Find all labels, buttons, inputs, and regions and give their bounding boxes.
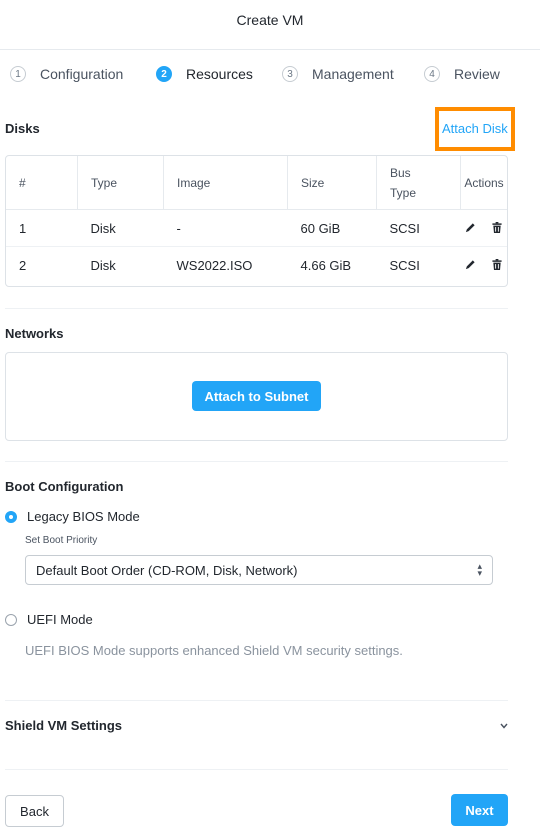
legacy-bios-radio[interactable]: Legacy BIOS Mode xyxy=(5,509,140,524)
cell-type: Disk xyxy=(77,209,164,247)
shield-settings-title[interactable]: Shield VM Settings xyxy=(5,718,122,733)
step-resources[interactable]: 2 Resources xyxy=(156,63,253,85)
uefi-note: UEFI BIOS Mode supports enhanced Shield … xyxy=(25,643,403,658)
step-number: 2 xyxy=(156,66,172,82)
step-number: 1 xyxy=(10,66,26,82)
pencil-icon[interactable] xyxy=(465,259,476,270)
uefi-radio[interactable]: UEFI Mode xyxy=(5,612,93,627)
pencil-icon[interactable] xyxy=(465,222,476,233)
boot-priority-label: Set Boot Priority xyxy=(25,535,98,546)
next-button[interactable]: Next xyxy=(451,794,508,826)
boot-priority-value: Default Boot Order (CD-ROM, Disk, Networ… xyxy=(36,562,298,578)
step-label: Review xyxy=(454,66,500,82)
cell-bus: SCSI xyxy=(376,209,461,247)
step-configuration[interactable]: 1 Configuration xyxy=(10,63,123,85)
column-header-num: # xyxy=(6,156,78,210)
wizard-steps: 1 Configuration 2 Resources 3 Management… xyxy=(10,63,510,85)
back-button[interactable]: Back xyxy=(5,795,64,827)
cell-actions xyxy=(460,209,507,247)
cell-num: 2 xyxy=(19,257,27,273)
trash-icon[interactable] xyxy=(492,221,502,233)
legacy-bios-label: Legacy BIOS Mode xyxy=(27,509,140,524)
cell-image: WS2022.ISO xyxy=(176,257,253,273)
step-number: 4 xyxy=(424,66,440,82)
step-number: 3 xyxy=(282,66,298,82)
section-divider xyxy=(5,308,508,309)
disks-table: # Type Image Size Bus Type Actions 1 Dis… xyxy=(5,155,508,287)
cell-size: 60 GiB xyxy=(287,209,377,247)
cell-size: 4.66 GiB xyxy=(300,257,352,273)
trash-icon[interactable] xyxy=(492,258,502,270)
column-header-bus-type: Bus Type xyxy=(376,156,461,210)
select-arrows-icon: ▴ ▾ xyxy=(477,561,482,578)
disks-title: Disks xyxy=(5,121,40,136)
bus-header-line2: Type xyxy=(390,185,417,200)
step-label: Resources xyxy=(186,66,253,82)
table-row: 1 Disk - 60 GiB SCSI xyxy=(6,209,507,247)
step-review[interactable]: 4 Review xyxy=(424,63,500,85)
cell-bus: SCSI xyxy=(389,257,420,273)
page-title: Create VM xyxy=(236,12,304,28)
radio-selected-icon xyxy=(5,510,17,523)
attach-subnet-button[interactable]: Attach to Subnet xyxy=(192,381,321,411)
column-header-actions: Actions xyxy=(460,156,507,210)
networks-panel: Attach to Subnet xyxy=(5,352,508,441)
bus-header-line1: Bus xyxy=(390,165,411,180)
boot-config-title: Boot Configuration xyxy=(5,479,124,494)
cell-actions xyxy=(461,247,508,284)
cell-image: - xyxy=(163,209,288,247)
column-header-size: Size xyxy=(287,156,377,210)
header-divider xyxy=(0,49,540,50)
section-divider xyxy=(5,700,508,701)
section-divider xyxy=(5,769,508,770)
cell-type: Disk xyxy=(90,257,116,273)
networks-title: Networks xyxy=(5,326,64,341)
step-label: Configuration xyxy=(40,66,124,82)
column-header-type: Type xyxy=(77,156,164,210)
boot-priority-select[interactable]: Default Boot Order (CD-ROM, Disk, Networ… xyxy=(25,555,493,585)
step-management[interactable]: 3 Management xyxy=(282,63,394,85)
column-header-image: Image xyxy=(163,156,288,210)
table-row: 2 Disk WS2022.ISO 4.66 GiB SCSI xyxy=(6,247,507,284)
chevron-down-icon[interactable] xyxy=(500,720,508,732)
uefi-label: UEFI Mode xyxy=(27,612,93,627)
section-divider xyxy=(5,461,508,462)
radio-unselected-icon xyxy=(5,613,17,626)
table-header-row: # Type Image Size Bus Type Actions xyxy=(6,156,507,210)
cell-num: 1 xyxy=(6,209,78,247)
attach-disk-highlight: Attach Disk xyxy=(435,107,515,151)
step-label: Management xyxy=(312,66,394,82)
attach-disk-link[interactable]: Attach Disk xyxy=(442,111,511,147)
